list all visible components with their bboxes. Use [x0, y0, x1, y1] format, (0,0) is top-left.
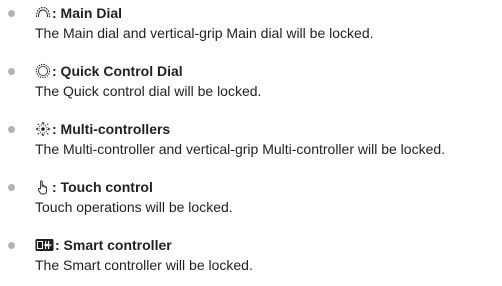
list-item-quick-control-dial: : Quick Control Dial The Quick control d…	[0, 61, 502, 111]
item-title: : Touch control	[35, 177, 153, 197]
bullet	[8, 126, 15, 133]
item-description: The Multi-controller and vertical-grip M…	[35, 141, 446, 157]
item-title-text: : Multi-controllers	[52, 121, 171, 137]
item-description: Touch operations will be locked.	[35, 199, 233, 215]
item-title: : Main Dial	[35, 3, 122, 23]
smart-controller-icon	[35, 237, 54, 253]
item-description: The Quick control dial will be locked.	[35, 83, 262, 99]
item-description: The Smart controller will be locked.	[35, 257, 253, 273]
list-item-touch-control: : Touch control Touch operations will be…	[0, 177, 502, 227]
touch-control-icon	[35, 179, 51, 195]
item-title: : Quick Control Dial	[35, 61, 183, 81]
list-item-multi-controllers: : Multi-controllers The Multi-controller…	[0, 119, 502, 169]
item-title-text: : Smart controller	[55, 237, 172, 253]
bullet	[8, 184, 15, 191]
quick-control-dial-icon	[35, 63, 51, 79]
bullet	[8, 10, 15, 17]
multi-controller-icon	[35, 121, 51, 137]
bullet	[8, 242, 15, 249]
list-item-smart-controller: : Smart controller The Smart controller …	[0, 235, 502, 285]
bullet	[8, 68, 15, 75]
item-title: : Smart controller	[35, 235, 172, 255]
list-item-main-dial: : Main Dial The Main dial and vertical-g…	[0, 3, 502, 53]
item-description: The Main dial and vertical-grip Main dia…	[35, 25, 374, 41]
main-dial-icon	[35, 5, 51, 21]
item-title-text: : Touch control	[52, 179, 153, 195]
item-title-text: : Main Dial	[52, 5, 123, 21]
item-title: : Multi-controllers	[35, 119, 170, 139]
item-title-text: : Quick Control Dial	[52, 63, 183, 79]
